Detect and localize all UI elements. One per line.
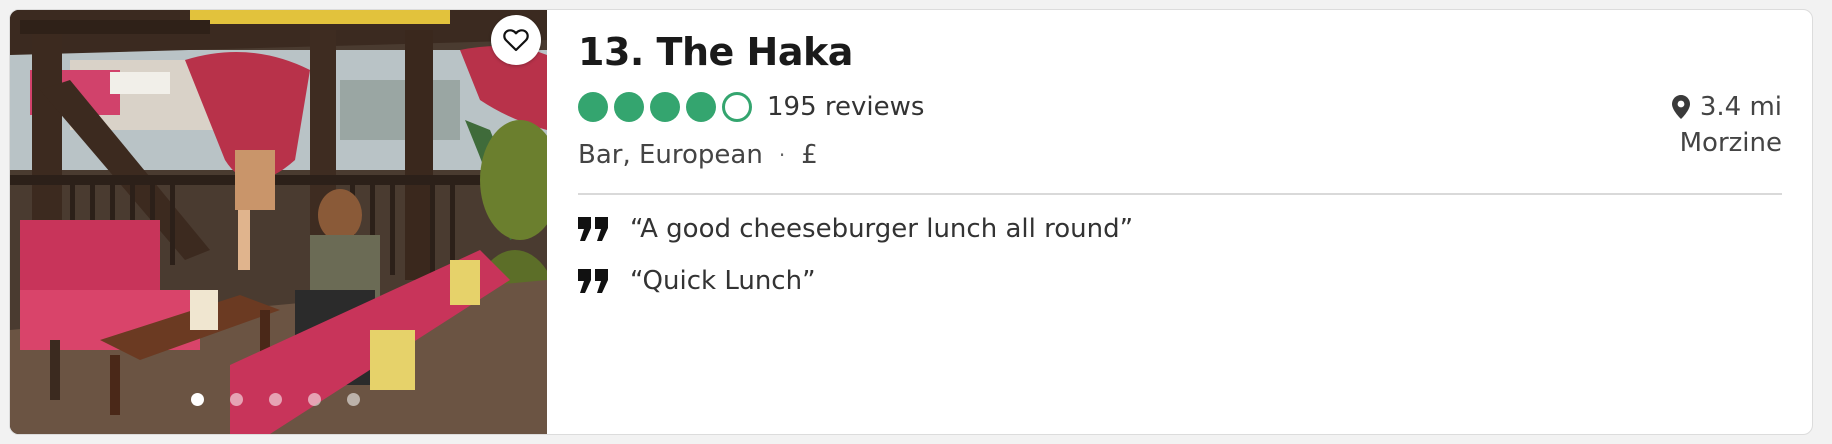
carousel-dot[interactable] (347, 393, 360, 406)
rating-bubble-empty (722, 92, 752, 122)
review-count[interactable]: 195 reviews (767, 92, 924, 122)
carousel-dot[interactable] (230, 393, 243, 406)
listing-meta: Bar, European · £ (578, 140, 818, 170)
save-button[interactable] (491, 15, 541, 65)
carousel-dot[interactable] (308, 393, 321, 406)
rating-bubble-full (686, 92, 716, 122)
rating-bubbles (578, 92, 752, 122)
cuisine-label: Bar, European (578, 140, 763, 170)
meta-separator: · (778, 143, 786, 167)
location-label: Morzine (1679, 128, 1782, 158)
divider (578, 193, 1782, 195)
review-snippet-text: “A good cheeseburger lunch all round” (630, 214, 1134, 244)
heart-icon (503, 29, 529, 52)
price-label: £ (801, 140, 818, 170)
quote-icon (578, 215, 614, 243)
restaurant-photo[interactable] (10, 10, 547, 434)
distance-label: 3.4 mi (1699, 92, 1782, 122)
map-pin-icon (1671, 95, 1690, 119)
photo-carousel-dots (191, 393, 360, 406)
rating-bubble-full (614, 92, 644, 122)
carousel-dot[interactable] (269, 393, 282, 406)
distance-info: 3.4 mi Morzine (1671, 92, 1782, 158)
review-snippet[interactable]: “A good cheeseburger lunch all round” (578, 214, 1133, 244)
rating-bubble-full (650, 92, 680, 122)
rating-summary[interactable]: 195 reviews (578, 92, 924, 122)
photo-illustration (10, 10, 547, 434)
review-snippet[interactable]: “Quick Lunch” (578, 266, 816, 296)
carousel-dot[interactable] (191, 393, 204, 406)
quote-icon (578, 267, 614, 295)
rating-bubble-full (578, 92, 608, 122)
listing-info: 13. The Haka 195 reviews Bar, European ·… (578, 10, 1782, 434)
review-snippet-text: “Quick Lunch” (630, 266, 816, 296)
restaurant-card[interactable]: 13. The Haka 195 reviews Bar, European ·… (9, 9, 1813, 435)
restaurant-title[interactable]: 13. The Haka (578, 30, 853, 74)
